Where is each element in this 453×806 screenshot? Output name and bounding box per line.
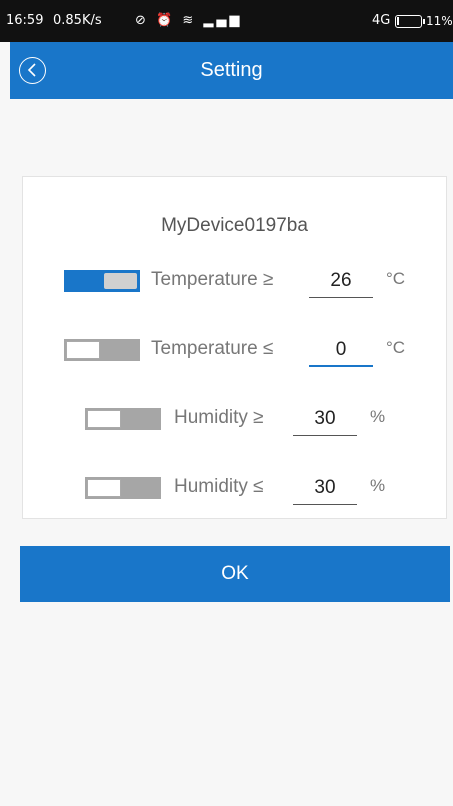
settings-card: MyDevice0197ba Temperature ≥ 26 °C Tempe… <box>22 176 447 519</box>
value-input-temp-low[interactable]: 0 <box>309 335 373 367</box>
status-bar: 16:59 0.85K/s ⊘ ⏰ ≋ ▂▄▆ 4G 11% <box>0 0 453 42</box>
setting-row-humidity-low: Humidity ≤ 30 % <box>23 467 446 507</box>
ok-button[interactable]: OK <box>20 546 450 602</box>
battery-icon <box>395 15 425 28</box>
toggle-temp-high[interactable] <box>64 270 140 292</box>
status-network-type: 4G <box>372 13 391 28</box>
setting-label: Temperature ≥ <box>151 269 274 290</box>
value-input-humidity-high[interactable]: 30 <box>293 404 357 436</box>
device-name: MyDevice0197ba <box>161 215 308 236</box>
setting-unit: °C <box>386 269 406 288</box>
signal-icon: ▂▄▆ <box>203 13 243 28</box>
page-title: Setting <box>200 59 263 81</box>
setting-row-temp-high: Temperature ≥ 26 °C <box>23 260 446 300</box>
wifi-icon: ≋ <box>182 13 197 28</box>
setting-label: Temperature ≤ <box>151 338 274 359</box>
mute-icon: ⊘ <box>135 13 149 28</box>
status-icons: ⊘ ⏰ ≋ ▂▄▆ <box>135 13 242 29</box>
setting-unit: °C <box>386 338 406 357</box>
value-input-humidity-low[interactable]: 30 <box>293 473 357 505</box>
setting-unit: % <box>370 407 386 426</box>
alarm-icon: ⏰ <box>156 13 176 28</box>
toggle-humidity-high[interactable] <box>85 408 161 430</box>
setting-row-humidity-high: Humidity ≥ 30 % <box>23 398 446 438</box>
setting-row-temp-low: Temperature ≤ 0 °C <box>23 329 446 369</box>
status-time: 16:59 <box>6 13 44 28</box>
setting-unit: % <box>370 476 386 495</box>
setting-label: Humidity ≥ <box>174 407 264 428</box>
setting-label: Humidity ≤ <box>174 476 264 497</box>
status-network-speed: 0.85K/s <box>53 13 102 28</box>
toggle-temp-low[interactable] <box>64 339 140 361</box>
app-bar: Setting <box>10 42 453 99</box>
toggle-humidity-low[interactable] <box>85 477 161 499</box>
status-battery-text: 11% <box>426 14 453 28</box>
value-input-temp-high[interactable]: 26 <box>309 266 373 298</box>
